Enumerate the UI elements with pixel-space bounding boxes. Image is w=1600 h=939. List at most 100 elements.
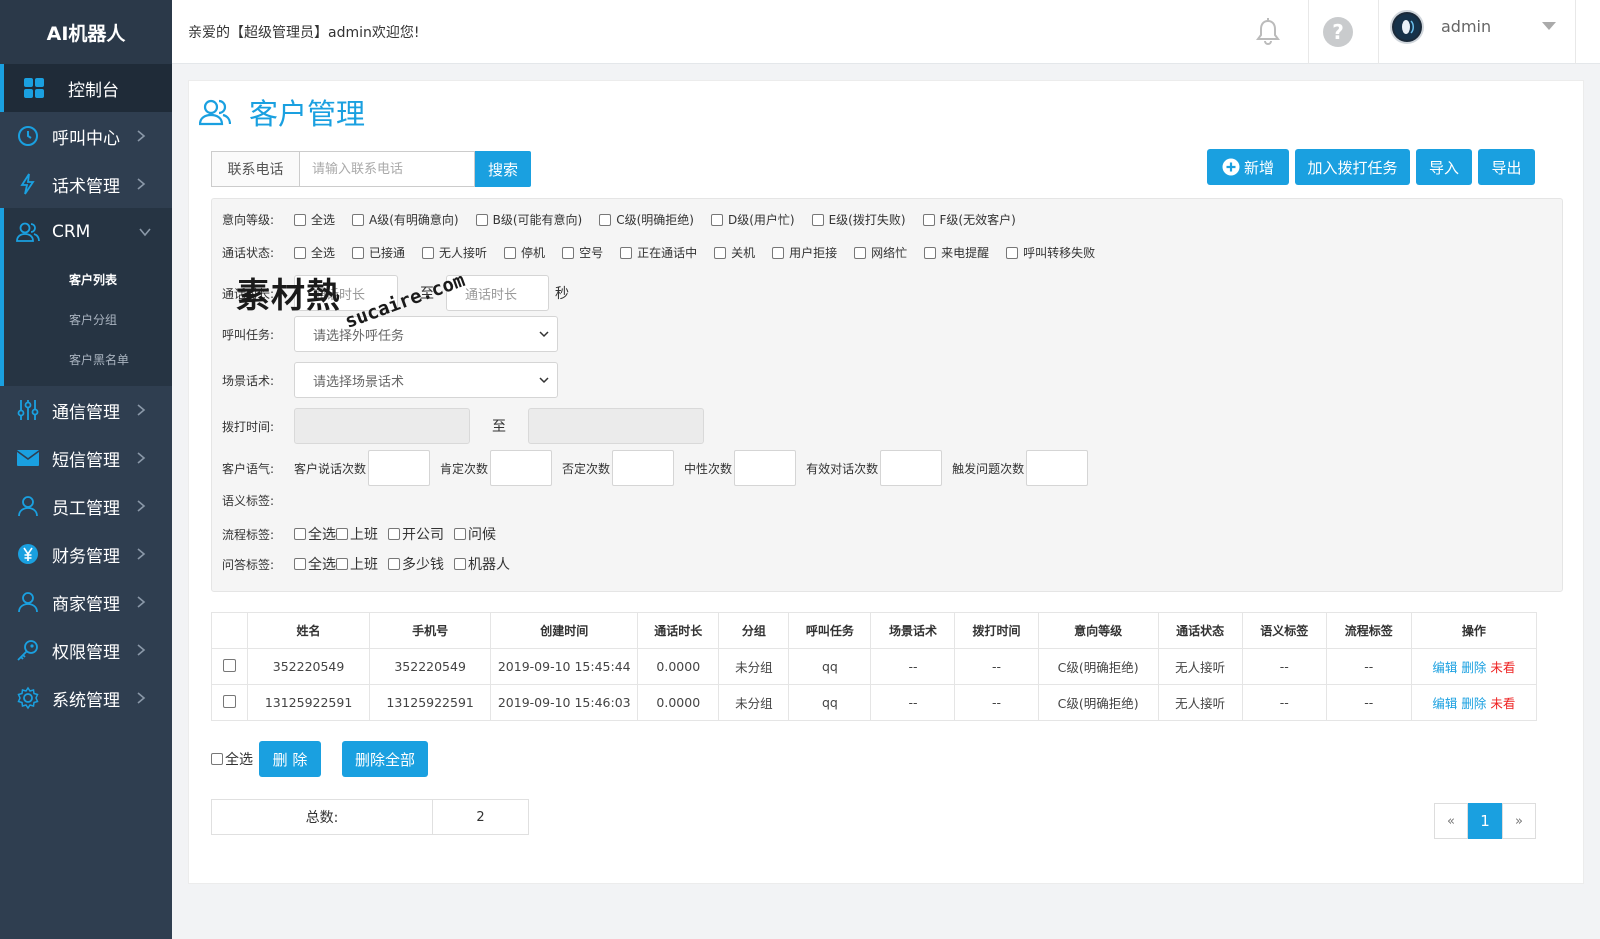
- intent-checkbox[interactable]: E级(拨打失败): [811, 211, 906, 228]
- status-checkbox[interactable]: 全选: [294, 244, 335, 261]
- export-button[interactable]: 导出: [1478, 149, 1535, 185]
- username[interactable]: admin: [1441, 17, 1491, 36]
- sidebar-item-label: 系统管理: [52, 690, 120, 711]
- call-duration-row: 通话时长: 通话时长 至 通话时长 秒: [222, 275, 569, 311]
- caret-down-icon[interactable]: [1542, 22, 1556, 30]
- sidebar-item-label: 员工管理: [52, 498, 120, 519]
- status-checkbox[interactable]: 来电提醒: [924, 244, 989, 261]
- intent-checkbox[interactable]: D级(用户忙): [710, 211, 795, 228]
- qa-tag-checkbox[interactable]: 全选: [294, 554, 336, 574]
- row-checkbox[interactable]: [223, 694, 236, 708]
- flow-tag-checkbox[interactable]: 全选: [294, 524, 336, 544]
- status-checkbox[interactable]: 停机: [504, 244, 545, 261]
- delete-button[interactable]: 删 除: [259, 741, 321, 777]
- trigger-question-count-input[interactable]: [1026, 450, 1089, 486]
- status-checkbox[interactable]: 用户拒接: [772, 244, 837, 261]
- edit-link[interactable]: 编辑: [1432, 660, 1457, 675]
- pager-prev[interactable]: «: [1434, 803, 1468, 839]
- duration-min-input[interactable]: 通话时长: [294, 275, 398, 311]
- speak-count-input[interactable]: [368, 450, 431, 486]
- valid-dialog-count-input[interactable]: [880, 450, 943, 486]
- avatar[interactable]: [1390, 10, 1424, 44]
- qa-tag-checkbox[interactable]: 上班: [336, 554, 378, 574]
- header-cell[interactable]: 场景话术: [870, 612, 956, 649]
- status-checkbox[interactable]: 关机: [714, 244, 755, 261]
- call-task-select[interactable]: 请选择外呼任务: [294, 316, 558, 352]
- help-icon[interactable]: ?: [1322, 16, 1354, 48]
- row-checkbox[interactable]: [223, 658, 236, 672]
- header-cell[interactable]: 创建时间: [490, 612, 639, 649]
- status-checkbox[interactable]: 网络忙: [854, 244, 907, 261]
- sidebar-item-permission[interactable]: 权限管理: [0, 626, 172, 674]
- pager-next[interactable]: »: [1502, 803, 1536, 839]
- phone-search-input[interactable]: [299, 151, 475, 187]
- tone-field-label: 肯定次数: [440, 461, 489, 476]
- cell-created: 2019-09-10 15:46:03: [490, 684, 639, 721]
- import-button[interactable]: 导入: [1416, 149, 1472, 185]
- cell-group: 未分组: [718, 648, 790, 685]
- sidebar-item-merchant[interactable]: 商家管理: [0, 578, 172, 626]
- header-cell[interactable]: 拨打时间: [954, 612, 1039, 649]
- tone-field-label: 否定次数: [562, 461, 611, 476]
- submenu-customer-blacklist[interactable]: 客户黑名单: [4, 340, 172, 380]
- sidebar-item-system[interactable]: 系统管理: [0, 674, 172, 722]
- unseen-link[interactable]: 未看: [1490, 660, 1515, 675]
- qa-tag-checkbox[interactable]: 机器人: [454, 554, 510, 574]
- intent-checkbox[interactable]: A级(有明确意向): [352, 211, 459, 228]
- intent-checkbox[interactable]: B级(可能有意向): [475, 211, 582, 228]
- submenu-customer-group[interactable]: 客户分组: [4, 300, 172, 340]
- sidebar-item-script[interactable]: 话术管理: [0, 160, 172, 208]
- add-button[interactable]: 新增: [1207, 149, 1289, 185]
- sidebar-item-communication[interactable]: 通信管理: [0, 386, 172, 434]
- duration-max-input[interactable]: 通话时长: [446, 275, 549, 311]
- qa-tag-checkbox[interactable]: 多少钱: [388, 554, 444, 574]
- delete-link[interactable]: 删除: [1461, 696, 1486, 711]
- delete-link[interactable]: 删除: [1461, 660, 1486, 675]
- bell-icon[interactable]: [1252, 16, 1284, 48]
- dial-time-start[interactable]: [294, 408, 470, 444]
- pager-page-1[interactable]: 1: [1468, 803, 1502, 839]
- header-cell[interactable]: 分组: [718, 612, 790, 649]
- unseen-link[interactable]: 未看: [1490, 696, 1515, 711]
- sidebar-item-sms[interactable]: 短信管理: [0, 434, 172, 482]
- status-checkbox[interactable]: 已接通: [352, 244, 405, 261]
- positive-count-input[interactable]: [490, 450, 553, 486]
- header-cell[interactable]: 意向等级: [1037, 612, 1159, 649]
- intent-level-row: 意向等级: 全选 A级(有明确意向) B级(可能有意向) C级(明确拒绝) D级…: [222, 211, 1033, 228]
- header-cell[interactable]: 手机号: [369, 612, 492, 649]
- seconds-unit: 秒: [555, 286, 569, 302]
- sidebar-item-finance[interactable]: 财务管理: [0, 530, 172, 578]
- header-cell[interactable]: 呼叫任务: [788, 612, 872, 649]
- header-cell[interactable]: 流程标签: [1325, 612, 1412, 649]
- customer-tone-label: 客户语气:: [222, 461, 275, 476]
- delete-all-button[interactable]: 删除全部: [342, 741, 428, 777]
- header-cell[interactable]: 通话状态: [1157, 612, 1243, 649]
- negative-count-input[interactable]: [612, 450, 675, 486]
- intent-checkbox[interactable]: F级(无效客户): [922, 211, 1016, 228]
- edit-link[interactable]: 编辑: [1432, 696, 1457, 711]
- intent-checkbox[interactable]: C级(明确拒绝): [599, 211, 694, 228]
- header-cell[interactable]: 姓名: [247, 612, 371, 649]
- status-checkbox[interactable]: 无人接听: [422, 244, 487, 261]
- submenu-customer-list[interactable]: 客户列表: [4, 260, 172, 300]
- sidebar-item-crm[interactable]: CRM: [0, 208, 172, 256]
- sidebar-item-dashboard[interactable]: 控制台: [0, 64, 172, 112]
- neutral-count-input[interactable]: [734, 450, 797, 486]
- add-dial-task-button[interactable]: 加入拨打任务: [1295, 149, 1410, 185]
- sidebar-item-staff[interactable]: 员工管理: [0, 482, 172, 530]
- search-button[interactable]: 搜索: [475, 151, 531, 187]
- flow-tag-checkbox[interactable]: 开公司: [388, 524, 444, 544]
- status-checkbox[interactable]: 正在通话中: [620, 244, 697, 261]
- cell-dial-time: --: [954, 648, 1039, 685]
- flow-tag-checkbox[interactable]: 问候: [454, 524, 496, 544]
- dial-time-end[interactable]: [528, 408, 704, 444]
- status-checkbox[interactable]: 空号: [562, 244, 603, 261]
- flow-tag-checkbox[interactable]: 上班: [336, 524, 378, 544]
- scene-script-select[interactable]: 请选择场景话术: [294, 362, 558, 398]
- header-cell[interactable]: 语义标签: [1241, 612, 1327, 649]
- select-all-checkbox[interactable]: 全选: [211, 749, 253, 769]
- intent-checkbox[interactable]: 全选: [294, 211, 335, 228]
- status-checkbox[interactable]: 呼叫转移失败: [1006, 244, 1095, 261]
- header-cell[interactable]: 通话时长: [637, 612, 720, 649]
- sidebar-item-call-center[interactable]: 呼叫中心: [0, 112, 172, 160]
